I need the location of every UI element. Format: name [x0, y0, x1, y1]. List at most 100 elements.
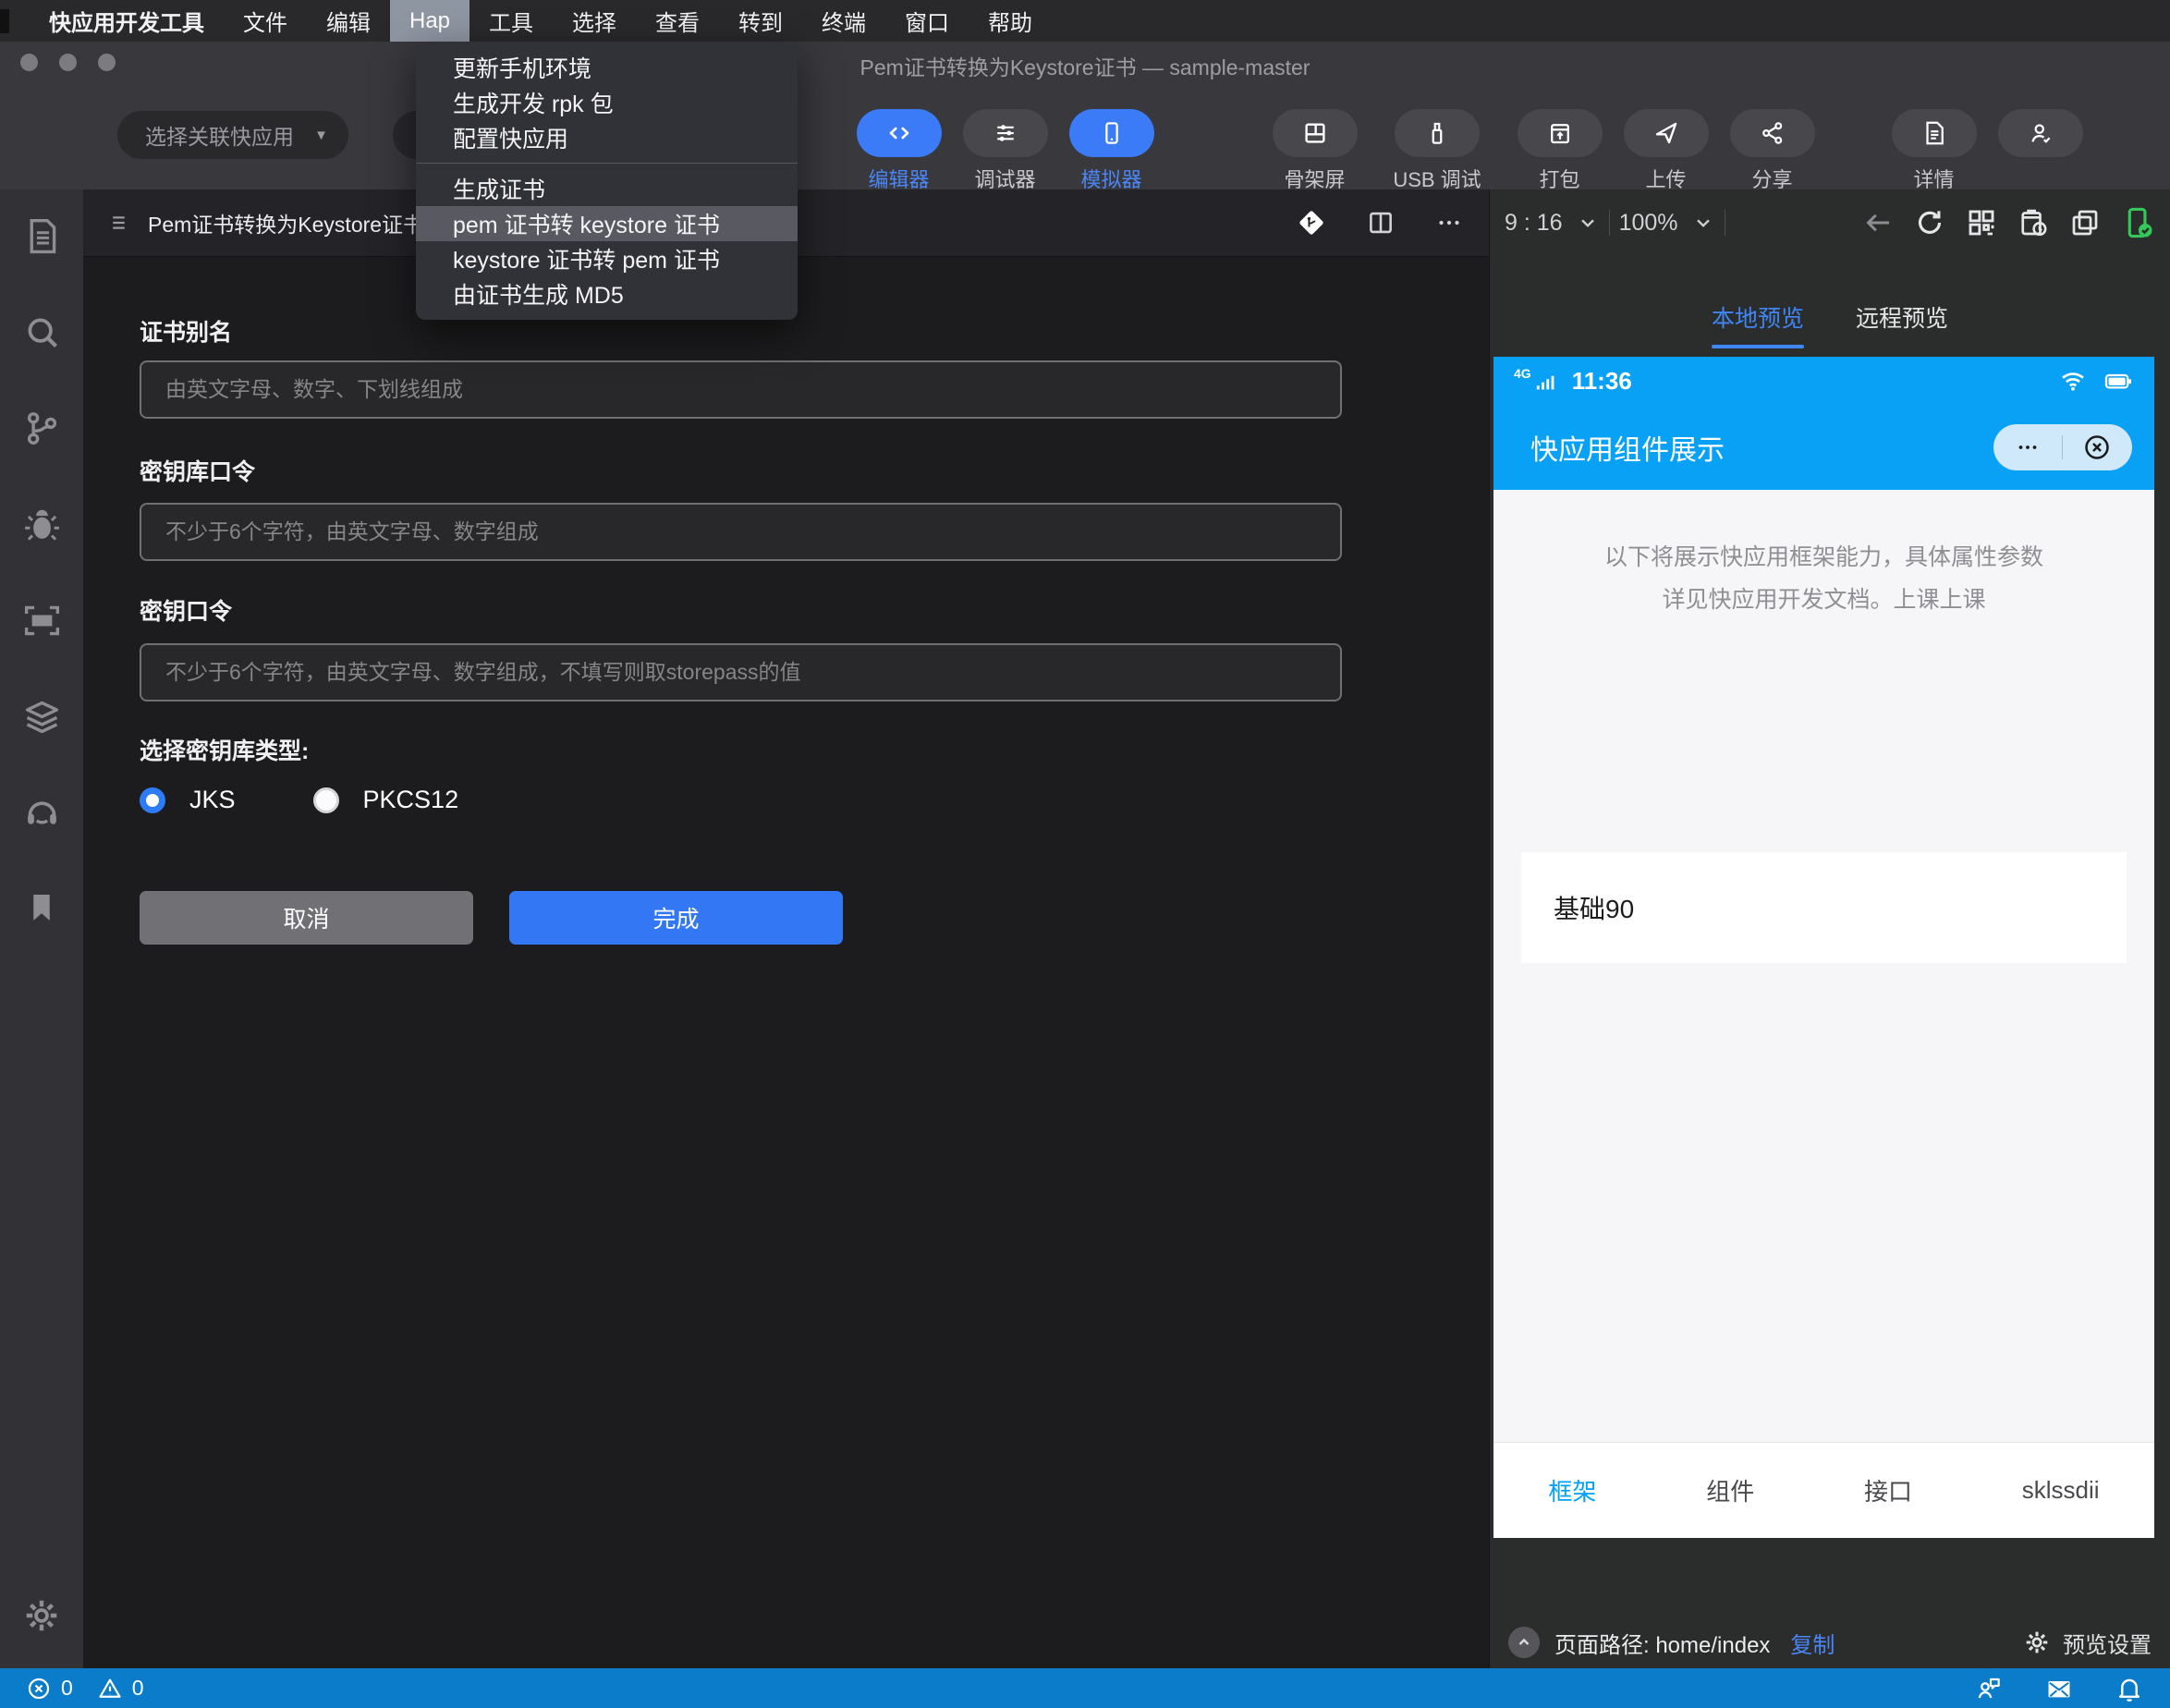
radio-jks-label[interactable]: JKS	[189, 786, 236, 814]
menu-item-select[interactable]: 选择	[553, 0, 636, 42]
status-bar: 0 0	[0, 1668, 2170, 1708]
preview-settings-gear-icon[interactable]	[2022, 1628, 2052, 1657]
share-icon	[1759, 119, 1786, 147]
version-diamond-icon[interactable]	[1295, 206, 1328, 239]
warnings-icon[interactable]	[97, 1676, 123, 1702]
menu-item-help[interactable]: 帮助	[969, 0, 1052, 42]
aspect-ratio-select[interactable]: 9 : 16	[1505, 210, 1600, 237]
collapse-button[interactable]	[1508, 1627, 1540, 1658]
qr-code-icon[interactable]	[1965, 206, 1998, 239]
phone-tab-framework[interactable]: 框架	[1548, 1473, 1596, 1507]
quickapp-capsule	[1993, 424, 2132, 470]
phone-preview: 4G 11:36 快应用组件展示 以下将展示快应用框架能力，具体属性参数 详见快…	[1493, 357, 2154, 1538]
preview-panel: 9 : 16 100% 本地预览 远程预览 4G 11:36 快应用组件展示 以…	[1489, 189, 2170, 1668]
skeleton-screen-button[interactable]: 骨架屏	[1262, 109, 1368, 193]
tab-remote-preview[interactable]: 远程预览	[1856, 300, 1948, 348]
more-dots-icon[interactable]	[2014, 433, 2042, 461]
activity-sidebar	[0, 189, 83, 1668]
phone-tab-interfaces[interactable]: 接口	[1864, 1473, 1912, 1507]
share-button[interactable]: 分享	[1719, 109, 1825, 193]
menu-item-window[interactable]: 窗口	[885, 0, 969, 42]
warning-count: 0	[131, 1676, 144, 1700]
done-button[interactable]: 完成	[509, 891, 843, 945]
menu-item-view[interactable]: 查看	[636, 0, 719, 42]
chevron-up-icon	[1513, 1631, 1535, 1653]
settings-gear-icon[interactable]	[20, 1594, 63, 1637]
menu-item-terminal[interactable]: 终端	[802, 0, 885, 42]
phone-tab-sklssdii[interactable]: sklssdii	[2022, 1476, 2100, 1505]
usb-icon	[1423, 119, 1451, 147]
panel-menu-icon[interactable]	[107, 209, 135, 237]
layers-icon[interactable]	[21, 696, 63, 738]
preview-tabs: 本地预览 远程预览	[1490, 256, 2170, 365]
files-icon[interactable]	[21, 215, 63, 257]
preview-settings-label[interactable]: 预览设置	[2063, 1627, 2152, 1659]
storepass-input[interactable]	[140, 503, 1342, 561]
menu-item-goto[interactable]: 转到	[719, 0, 802, 42]
account-button[interactable]	[1987, 109, 2093, 164]
more-actions-icon[interactable]	[1433, 207, 1465, 238]
split-editor-icon[interactable]	[1365, 207, 1396, 238]
menu-option-build-dev-rpk[interactable]: 生成开发 rpk 包	[416, 85, 798, 120]
menu-option-update-phone-env[interactable]: 更新手机环境	[416, 50, 798, 85]
package-button[interactable]: 打包	[1506, 109, 1613, 193]
copy-path-link[interactable]: 复制	[1790, 1627, 1835, 1659]
keypass-input[interactable]	[140, 643, 1342, 702]
schedule-clipboard-icon[interactable]	[2017, 206, 2050, 239]
copy-stack-icon[interactable]	[2068, 206, 2102, 239]
phone-tab-components[interactable]: 组件	[1706, 1473, 1754, 1507]
panel-title: Pem证书转换为Keystore证书	[148, 213, 425, 237]
list-item-basic[interactable]: 基础90	[1521, 852, 2127, 963]
menu-option-generate-cert[interactable]: 生成证书	[416, 171, 798, 206]
simulator-button[interactable]: 模拟器	[1058, 109, 1164, 193]
radio-pkcs12-label[interactable]: PKCS12	[363, 786, 459, 814]
menu-item-hap[interactable]: Hap	[390, 0, 470, 42]
menu-option-keystore-to-pem[interactable]: keystore 证书转 pem 证书	[416, 241, 798, 276]
support-icon[interactable]	[21, 792, 63, 834]
debug-icon[interactable]	[21, 504, 63, 545]
associated-quickapp-label: 选择关联快应用	[145, 125, 294, 149]
details-button[interactable]: 详情	[1881, 109, 1987, 193]
back-icon[interactable]	[1861, 206, 1895, 239]
skeleton-icon	[1301, 119, 1329, 147]
notifications-bell-icon[interactable]	[2115, 1674, 2144, 1703]
zoom-select[interactable]: 100%	[1619, 210, 1715, 237]
feedback-icon[interactable]	[1974, 1674, 2004, 1703]
tab-local-preview[interactable]: 本地预览	[1712, 300, 1805, 348]
radio-pkcs12[interactable]	[312, 787, 339, 813]
errors-icon[interactable]	[26, 1676, 52, 1702]
mail-icon[interactable]	[2044, 1674, 2074, 1703]
cert-alias-input[interactable]	[140, 360, 1342, 419]
page-description: 以下将展示快应用框架能力，具体属性参数 详见快应用开发文档。上课上课	[1603, 544, 2043, 613]
menu-option-configure-quickapp[interactable]: 配置快应用	[416, 120, 798, 155]
cancel-button[interactable]: 取消	[140, 891, 473, 945]
radio-jks[interactable]	[140, 787, 165, 813]
user-check-icon	[2027, 119, 2054, 147]
menu-item-app[interactable]: 快应用开发工具	[30, 0, 224, 42]
window-header: Pem证书转换为Keystore证书 — sample-master 选择关联快…	[0, 42, 2170, 191]
device-preview-icon[interactable]	[21, 600, 63, 641]
close-circle-icon[interactable]	[2082, 433, 2112, 462]
debugger-button[interactable]: 调试器	[952, 109, 1058, 193]
bookmark-icon[interactable]	[22, 888, 61, 927]
menu-item-tools[interactable]: 工具	[469, 0, 553, 42]
device-connected-icon[interactable]	[2120, 205, 2155, 240]
editor-button[interactable]: 编辑器	[846, 109, 952, 193]
menu-item-edit[interactable]: 编辑	[307, 0, 390, 42]
app-window: 快应用开发工具 文件 编辑 Hap 工具 选择 查看 转到 终端 窗口 帮助 更…	[0, 0, 2170, 1708]
menu-item-file[interactable]: 文件	[224, 0, 307, 42]
menu-option-cert-to-md5[interactable]: 由证书生成 MD5	[416, 276, 798, 311]
source-control-icon[interactable]	[21, 408, 63, 449]
upload-button[interactable]: 上传	[1613, 109, 1719, 193]
associated-quickapp-select[interactable]: 选择关联快应用 ▼	[117, 111, 348, 159]
refresh-icon[interactable]	[1913, 206, 1946, 239]
search-icon[interactable]	[21, 311, 63, 353]
keypass-label: 密钥口令	[140, 599, 233, 625]
usb-debug-button[interactable]: USB 调试	[1368, 109, 1506, 193]
phone-page-body: 以下将展示快应用框架能力，具体属性参数 详见快应用开发文档。上课上课 基础90	[1493, 490, 2154, 1442]
send-icon	[1652, 119, 1680, 147]
menu-option-pem-to-keystore[interactable]: pem 证书转 keystore 证书	[416, 206, 798, 241]
cert-alias-label: 证书别名	[140, 320, 233, 346]
hap-dropdown-menu: 更新手机环境 生成开发 rpk 包 配置快应用 生成证书 pem 证书转 key…	[416, 42, 798, 320]
chevron-down-icon	[1576, 211, 1600, 235]
